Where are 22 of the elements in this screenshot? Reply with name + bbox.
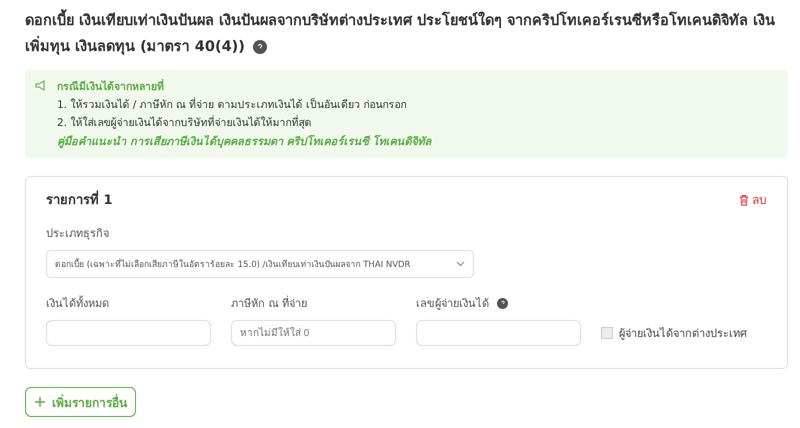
input-field[interactable] — [416, 320, 581, 346]
notice-heading: กรณีมีเงินได้จากหลายที่ — [57, 78, 778, 95]
trash-icon — [739, 194, 749, 206]
input-field[interactable]: หากไม่มีให้ใส่ 0 — [231, 320, 396, 346]
field-label: ประเภทธุรกิจ — [46, 226, 110, 242]
add-entry-button[interactable]: เพิ่มรายการอื่น — [25, 387, 136, 417]
field-label: ภาษีหัก ณ ที่จ่าย — [231, 294, 307, 312]
field-label: เลขผู้จ่ายเงินได้ — [416, 296, 489, 312]
business-type-select[interactable]: ดอกเบี้ย (เฉพาะที่ไม่เลือกเสียภาษีในอัตราร้อยละ 15.0) /เงินเทียบเท่าเงินปันผลจาก THAI NVDR — [46, 250, 474, 278]
entry-title: รายการที่ 1 — [46, 189, 113, 210]
notice-item: 1. ให้รวมเงินได้ / ภาษีหัก ณ ที่จ่าย ตามประเภทเงินได้ เป็นอันเดียว ก่อนกรอก — [57, 96, 408, 113]
foreign-payer-checkbox[interactable]: ผู้จ่ายเงินได้จากต่างประเทศ — [601, 320, 747, 346]
field-label: เงินได้ทั้งหมด — [46, 294, 109, 312]
help-icon[interactable] — [497, 298, 508, 308]
plus-icon — [34, 396, 46, 408]
notice-item: 2. ให้ใส่เลขผู้จ่ายเงินได้จากบริษัทที่จ่ายเงินได้ให้มากที่สุด — [57, 114, 312, 131]
input-field[interactable] — [46, 320, 211, 346]
chevron-down-icon — [456, 261, 465, 267]
delete-button[interactable]: ลบ — [739, 190, 767, 209]
guide-link[interactable]: คู่มือคำแนะนำ การเสียภาษีเงินได้บุคคลธรรมดา คริปโทเคอร์เรนซี โทเคนดิจิทัล — [57, 132, 778, 150]
page-title: ดอกเบี้ย เงินเทียบเท่าเงินปันผล เงินปันผลจากบริษัทต่างประเทศ ประโยชน์ใดๆ จากคริปโทเคอร์เรนซีหรือโทเคนดิจิทัล เงินเพิ่มทุน เงินลดทุน (มาตรา 40(4)) — [25, 8, 788, 60]
help-icon[interactable] — [252, 40, 267, 54]
